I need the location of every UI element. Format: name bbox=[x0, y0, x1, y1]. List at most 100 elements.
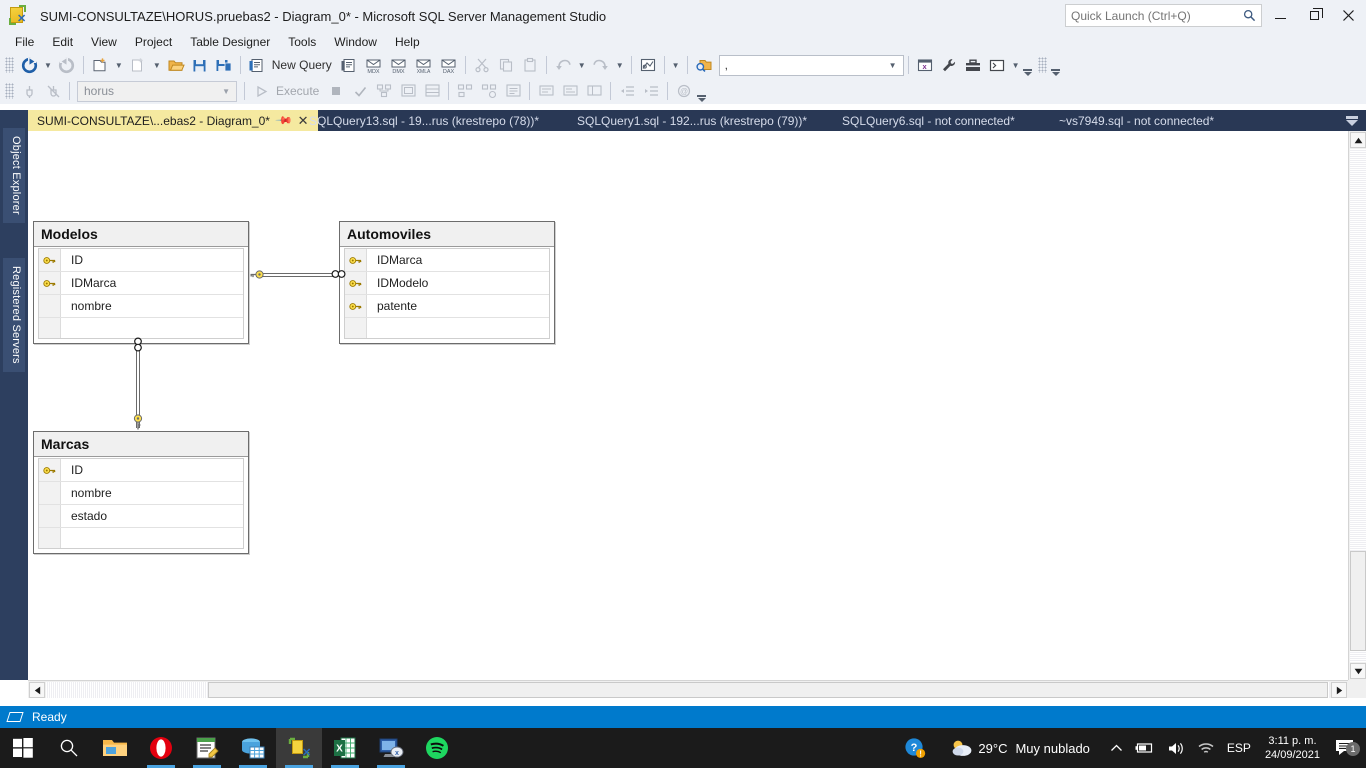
query-options-icon[interactable] bbox=[397, 80, 419, 102]
connect-icon[interactable] bbox=[18, 54, 40, 76]
stop-icon[interactable] bbox=[325, 80, 347, 102]
menu-window[interactable]: Window bbox=[325, 33, 386, 51]
quick-launch-box[interactable] bbox=[1065, 4, 1262, 27]
close-button[interactable] bbox=[1331, 0, 1365, 30]
new-query-button[interactable] bbox=[246, 54, 268, 76]
diagram-table-marcas[interactable]: Marcas ID nombre estado bbox=[33, 431, 249, 554]
diagram-table-automoviles[interactable]: Automoviles IDMarca IDModelo patente bbox=[339, 221, 555, 344]
toolbox-icon[interactable] bbox=[962, 54, 984, 76]
new-query-label[interactable]: New Query bbox=[269, 58, 337, 72]
battery-button[interactable] bbox=[1129, 741, 1161, 755]
new-analysis-services-mdx-query-icon[interactable]: MDX bbox=[362, 54, 385, 76]
toolbar-grip-3[interactable] bbox=[5, 83, 14, 99]
tab-vs7949[interactable]: ~vs7949.sql - not connected* bbox=[1050, 110, 1223, 131]
table-row-empty[interactable] bbox=[39, 528, 243, 548]
tab-overflow-button[interactable] bbox=[1344, 113, 1360, 128]
relationship-modelos-automoviles[interactable] bbox=[256, 273, 336, 277]
table-row-empty[interactable] bbox=[39, 318, 243, 338]
object-explorer-details-icon[interactable]: x bbox=[914, 54, 936, 76]
undo-caret[interactable]: ▼ bbox=[575, 61, 589, 70]
minimize-button[interactable] bbox=[1263, 0, 1297, 30]
weather-widget[interactable]: 29°C Muy nublado bbox=[932, 738, 1096, 758]
file-explorer-button[interactable] bbox=[92, 728, 138, 768]
find-in-files-icon[interactable] bbox=[693, 54, 715, 76]
cut-icon[interactable] bbox=[471, 54, 493, 76]
notifications-button[interactable]: 1 bbox=[1328, 738, 1362, 758]
table-row[interactable]: estado bbox=[39, 505, 243, 528]
show-diagram-pane-icon[interactable] bbox=[637, 54, 659, 76]
database-selector[interactable]: horus ▼ bbox=[77, 80, 237, 102]
notepad-editor-button[interactable] bbox=[184, 728, 230, 768]
powershell-caret[interactable]: ▼ bbox=[1009, 61, 1023, 70]
save-all-icon[interactable] bbox=[213, 54, 235, 76]
tab-sqlquery13[interactable]: SQLQuery13.sql - 19...rus (krestrepo (78… bbox=[300, 110, 548, 131]
tab-sqlquery6[interactable]: SQLQuery6.sql - not connected* bbox=[833, 110, 1024, 131]
chevron-down-icon[interactable]: ▼ bbox=[222, 87, 236, 96]
increase-indent-icon[interactable] bbox=[640, 80, 662, 102]
maximize-button[interactable] bbox=[1297, 0, 1331, 30]
table-row[interactable]: IDMarca bbox=[39, 272, 243, 295]
new-analysis-services-xmla-query-icon[interactable]: XMLA bbox=[412, 54, 435, 76]
diagram-table-modelos[interactable]: Modelos ID IDMarca nombre bbox=[33, 221, 249, 344]
canvas-horizontal-scrollbar[interactable] bbox=[28, 680, 1348, 698]
language-indicator[interactable]: ESP bbox=[1221, 741, 1257, 755]
quick-launch-input[interactable] bbox=[1066, 8, 1243, 23]
scroll-left-button[interactable] bbox=[29, 682, 45, 698]
network-button[interactable] bbox=[1191, 741, 1221, 756]
new-project-caret[interactable]: ▼ bbox=[112, 61, 126, 70]
copy-icon[interactable] bbox=[495, 54, 517, 76]
menu-table-designer[interactable]: Table Designer bbox=[181, 33, 279, 51]
display-estimated-plan-icon[interactable] bbox=[373, 80, 395, 102]
toolbar-overflow-button[interactable] bbox=[1022, 54, 1033, 76]
table-row[interactable]: nombre bbox=[39, 295, 243, 318]
toolbar-overflow-button-2[interactable] bbox=[1050, 54, 1061, 76]
execute-label[interactable]: Execute bbox=[273, 84, 324, 98]
search-taskbar-button[interactable] bbox=[46, 728, 92, 768]
pin-icon[interactable]: 📌 bbox=[274, 111, 293, 130]
new-item-icon[interactable] bbox=[127, 54, 149, 76]
open-file-icon[interactable] bbox=[165, 54, 187, 76]
menu-help[interactable]: Help bbox=[386, 33, 429, 51]
results-to-grid-icon[interactable] bbox=[421, 80, 443, 102]
decrease-indent-icon[interactable] bbox=[616, 80, 638, 102]
new-analysis-services-dax-query-icon[interactable]: DAX bbox=[437, 54, 460, 76]
spotify-button[interactable] bbox=[414, 728, 460, 768]
excel-button[interactable]: X bbox=[322, 728, 368, 768]
redo-icon[interactable] bbox=[590, 54, 612, 76]
include-live-stats-icon[interactable] bbox=[478, 80, 500, 102]
include-actual-plan-icon[interactable] bbox=[454, 80, 476, 102]
paste-icon[interactable] bbox=[519, 54, 541, 76]
clock[interactable]: 3:11 p. m. 24/09/2021 bbox=[1257, 734, 1328, 762]
scroll-right-button[interactable] bbox=[1331, 682, 1347, 698]
execute-play-icon[interactable] bbox=[250, 80, 272, 102]
horizontal-scroll-thumb[interactable] bbox=[208, 682, 1328, 698]
menu-edit[interactable]: Edit bbox=[43, 33, 82, 51]
parse-check-icon[interactable] bbox=[349, 80, 371, 102]
find-combo[interactable]: , ▼ bbox=[718, 54, 904, 76]
column-properties-icon[interactable] bbox=[583, 80, 605, 102]
new-query-db-engine-icon[interactable] bbox=[338, 54, 360, 76]
insert-snippet-icon[interactable]: @ bbox=[673, 80, 695, 102]
undo-icon[interactable] bbox=[552, 54, 574, 76]
show-hidden-icons-button[interactable] bbox=[1096, 742, 1129, 755]
table-row-empty[interactable] bbox=[345, 318, 549, 338]
toolbar-overflow-button-3[interactable] bbox=[696, 80, 707, 102]
vertical-scroll-thumb[interactable] bbox=[1350, 551, 1366, 651]
table-row[interactable]: IDMarca bbox=[345, 249, 549, 272]
table-row[interactable]: nombre bbox=[39, 482, 243, 505]
tab-diagram0[interactable]: SUMI-CONSULTAZE\...ebas2 - Diagram_0* 📌 … bbox=[28, 110, 318, 131]
volume-button[interactable] bbox=[1161, 741, 1191, 756]
menu-tools[interactable]: Tools bbox=[279, 33, 325, 51]
results-to-text-icon[interactable] bbox=[502, 80, 524, 102]
save-icon[interactable] bbox=[189, 54, 211, 76]
connect-dropdown-caret[interactable]: ▼ bbox=[41, 61, 55, 70]
start-button[interactable] bbox=[0, 728, 46, 768]
table-row[interactable]: IDModelo bbox=[345, 272, 549, 295]
connect-query-icon[interactable] bbox=[18, 80, 40, 102]
help-circle-icon[interactable]: ? ! bbox=[898, 737, 932, 759]
find-value[interactable]: , bbox=[720, 58, 889, 72]
sidebar-item-registered-servers[interactable]: Registered Servers bbox=[3, 258, 25, 372]
tab-sqlquery1[interactable]: SQLQuery1.sql - 192...rus (krestrepo (79… bbox=[568, 110, 816, 131]
database-diagram-canvas[interactable]: Modelos ID IDMarca nombre Automoviles ID… bbox=[28, 131, 1348, 680]
disconnect-query-icon[interactable] bbox=[42, 80, 64, 102]
